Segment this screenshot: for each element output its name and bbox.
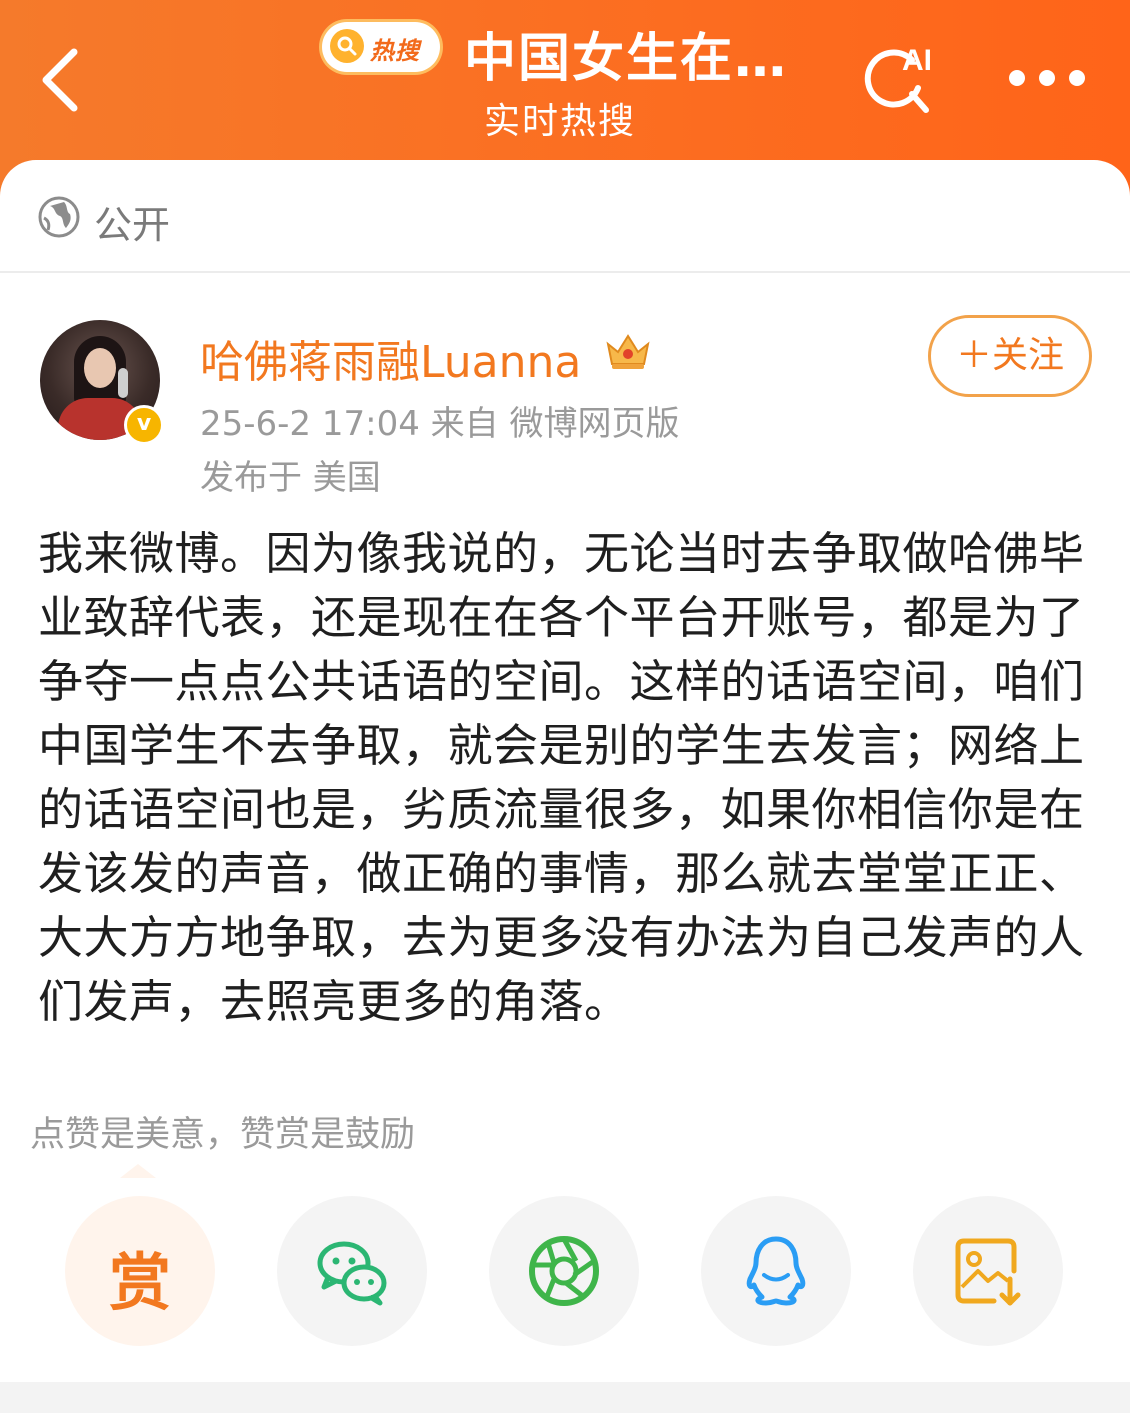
share-row: 赏 xyxy=(0,1196,1130,1346)
reward-icon: 赏 xyxy=(108,1246,171,1319)
wechat-icon xyxy=(317,1241,387,1306)
follow-button[interactable]: ＋关注 xyxy=(928,315,1092,397)
post-card: 公开 v 哈佛蒋雨融Luanna ＋关注 25-6-2 17:04 来自 微博网… xyxy=(0,160,1130,1413)
post-body: 我来微博。因为像我说的，无论当时去争取做哈佛毕业致辞代表，还是现在在各个平台开账… xyxy=(38,527,1085,1028)
reward-button[interactable]: 赏 xyxy=(65,1196,215,1346)
hint-pointer xyxy=(120,1164,156,1178)
chevron-left-icon xyxy=(42,48,78,112)
search-icon xyxy=(330,29,364,63)
bottom-strip xyxy=(0,1382,1130,1413)
save-image-icon xyxy=(955,1238,1021,1306)
share-wechat-button[interactable] xyxy=(277,1196,427,1346)
back-button[interactable] xyxy=(28,40,98,120)
qq-icon xyxy=(746,1236,806,1306)
verified-mark: v xyxy=(136,411,152,436)
verified-icon: v xyxy=(124,405,164,445)
crown-icon xyxy=(606,334,650,369)
ai-search-button[interactable]: AI xyxy=(860,36,944,120)
page-subtitle: 实时热搜 xyxy=(484,101,637,142)
avatar-face xyxy=(84,348,116,388)
share-qq-button[interactable] xyxy=(701,1196,851,1346)
hot-badge-label: 热搜 xyxy=(370,37,420,65)
share-moments-button[interactable] xyxy=(489,1196,639,1346)
wechat-moments-icon xyxy=(529,1236,599,1306)
post-timestamp-source: 25-6-2 17:04 来自 微博网页版 xyxy=(200,404,680,444)
more-dot xyxy=(1009,70,1025,86)
post-location: 发布于 美国 xyxy=(200,458,381,498)
ai-label: AI xyxy=(902,44,932,77)
globe-icon xyxy=(38,196,80,238)
ai-search-icon: AI xyxy=(864,44,932,113)
more-dot xyxy=(1039,70,1055,86)
reward-hint: 点赞是美意，赞赏是鼓励 xyxy=(30,1115,416,1155)
more-button[interactable] xyxy=(1005,62,1089,96)
divider xyxy=(0,271,1130,273)
page-title: 中国女生在… xyxy=(464,29,789,89)
author-name[interactable]: 哈佛蒋雨融Luanna xyxy=(200,326,581,390)
avatar-mic xyxy=(118,368,128,398)
more-dot xyxy=(1069,70,1085,86)
save-image-button[interactable] xyxy=(913,1196,1063,1346)
hot-search-badge[interactable]: 热搜 xyxy=(322,22,440,72)
visibility-label: 公开 xyxy=(94,203,171,247)
